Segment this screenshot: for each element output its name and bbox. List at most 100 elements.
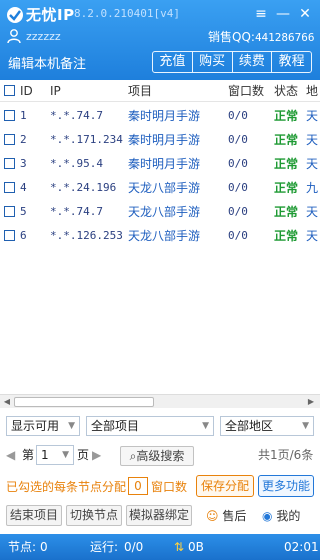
row-project: 秦时明月手游 bbox=[128, 109, 201, 123]
chevron-down-icon: ▼ bbox=[62, 450, 69, 460]
region-filter-select[interactable]: 全部地区 ▼ bbox=[220, 416, 314, 436]
user-icon bbox=[7, 29, 21, 44]
row-ip: *.*.95.4 bbox=[50, 157, 103, 170]
after-sales-link[interactable]: ☺ 售后 bbox=[206, 506, 246, 526]
project-filter-value: 全部项目 bbox=[91, 419, 140, 433]
nodes-label: 节点: bbox=[8, 540, 37, 554]
row-region: 天 bbox=[306, 109, 319, 123]
row-checkbox[interactable] bbox=[4, 134, 15, 145]
allocation-input[interactable]: 0 bbox=[128, 477, 148, 495]
chevron-down-icon: ▼ bbox=[302, 421, 309, 431]
column-windows[interactable]: 窗口数 bbox=[228, 80, 264, 102]
table-row[interactable]: 1 *.*.74.7 秦时明月手游 0/0 正常 天 bbox=[0, 104, 320, 128]
display-filter-value: 显示可用 bbox=[11, 419, 60, 433]
table-row[interactable]: 5 *.*.74.7 天龙八部手游 0/0 正常 天 bbox=[0, 200, 320, 224]
allocation-unit: 窗口数 bbox=[151, 480, 188, 494]
row-id: 6 bbox=[20, 229, 27, 242]
mine-link[interactable]: ◉ 我的 bbox=[262, 506, 300, 526]
sales-qq-label: 销售QQ: bbox=[208, 30, 255, 44]
row-region: 天 bbox=[306, 205, 319, 219]
row-status: 正常 bbox=[274, 181, 299, 195]
scrollbar-thumb[interactable] bbox=[14, 397, 154, 407]
page-select[interactable]: 1 ▼ bbox=[36, 445, 74, 465]
row-region: 天 bbox=[306, 133, 319, 147]
user-circle-icon: ◉ bbox=[262, 509, 273, 523]
row-id: 3 bbox=[20, 157, 27, 170]
menu-icon[interactable]: ≡ bbox=[252, 6, 270, 22]
edit-note-link[interactable]: 编辑本机备注 bbox=[8, 53, 86, 72]
buy-button[interactable]: 购买 bbox=[193, 52, 233, 72]
chevron-down-icon: ▼ bbox=[202, 421, 209, 431]
region-filter-value: 全部地区 bbox=[225, 419, 274, 433]
row-windows: 0/0 bbox=[228, 109, 248, 122]
column-id[interactable]: ID bbox=[20, 80, 33, 102]
row-region: 天 bbox=[306, 157, 319, 171]
row-id: 4 bbox=[20, 181, 27, 194]
scroll-right-icon[interactable]: ▶ bbox=[306, 397, 316, 407]
minimize-icon[interactable]: — bbox=[274, 6, 292, 22]
more-functions-button[interactable]: 更多功能 bbox=[258, 475, 314, 497]
select-all-checkbox[interactable] bbox=[4, 85, 15, 96]
row-checkbox[interactable] bbox=[4, 182, 15, 193]
column-project[interactable]: 项目 bbox=[128, 80, 152, 102]
advanced-search-button[interactable]: ⌕高级搜索 bbox=[120, 446, 194, 466]
tutorial-button[interactable]: 教程 bbox=[272, 52, 311, 72]
display-filter-select[interactable]: 显示可用 ▼ bbox=[6, 416, 80, 436]
row-status: 正常 bbox=[274, 133, 299, 147]
row-windows: 0/0 bbox=[228, 133, 248, 146]
renew-button[interactable]: 续费 bbox=[233, 52, 273, 72]
row-checkbox[interactable] bbox=[4, 110, 15, 121]
recharge-button[interactable]: 充值 bbox=[153, 52, 193, 72]
row-windows: 0/0 bbox=[228, 157, 248, 170]
row-ip: *.*.171.234 bbox=[50, 133, 123, 146]
row-checkbox[interactable] bbox=[4, 158, 15, 169]
save-allocation-button[interactable]: 保存分配 bbox=[196, 475, 254, 497]
row-ip: *.*.126.253 bbox=[50, 229, 123, 242]
allocation-label: 已勾选的每条节点分配 bbox=[6, 480, 127, 494]
row-ip: *.*.24.196 bbox=[50, 181, 117, 194]
column-status[interactable]: 状态 bbox=[274, 80, 298, 102]
row-status: 正常 bbox=[274, 229, 299, 243]
running-count: 0/0 bbox=[124, 540, 144, 554]
prev-page-icon[interactable]: ◀ bbox=[6, 444, 15, 466]
row-windows: 0/0 bbox=[228, 181, 248, 194]
page-number: 1 bbox=[41, 448, 49, 462]
row-status: 正常 bbox=[274, 157, 299, 171]
row-project: 天龙八部手游 bbox=[128, 229, 201, 243]
row-windows: 0/0 bbox=[228, 229, 248, 242]
row-id: 1 bbox=[20, 109, 27, 122]
traffic-value: 0B bbox=[188, 540, 204, 554]
table-header: ID IP 项目 窗口数 状态 地 bbox=[0, 80, 320, 102]
scroll-left-icon[interactable]: ◀ bbox=[2, 397, 12, 407]
row-status: 正常 bbox=[274, 109, 299, 123]
column-region[interactable]: 地 bbox=[306, 80, 318, 102]
app-version: 8.2.0.210401[v4] bbox=[74, 7, 180, 20]
project-filter-select[interactable]: 全部项目 ▼ bbox=[86, 416, 214, 436]
after-sales-label: 售后 bbox=[222, 509, 247, 523]
sales-qq-number: 441286766 bbox=[254, 31, 315, 44]
row-checkbox[interactable] bbox=[4, 206, 15, 217]
table-row[interactable]: 4 *.*.24.196 天龙八部手游 0/0 正常 九 bbox=[0, 176, 320, 200]
app-title: 无忧IP bbox=[26, 6, 75, 24]
table-row[interactable]: 2 *.*.171.234 秦时明月手游 0/0 正常 天 bbox=[0, 128, 320, 152]
close-icon[interactable]: ✕ bbox=[296, 6, 314, 22]
transfer-icon: ⇅ bbox=[174, 540, 185, 554]
page-prefix: 第 bbox=[22, 448, 35, 462]
advanced-search-label: 高级搜索 bbox=[136, 449, 185, 463]
row-project: 天龙八部手游 bbox=[128, 181, 201, 195]
row-id: 5 bbox=[20, 205, 27, 218]
emulator-bind-button[interactable]: 模拟器绑定 bbox=[126, 505, 192, 526]
end-project-button[interactable]: 结束项目 bbox=[6, 505, 62, 526]
smile-icon: ☺ bbox=[206, 509, 219, 523]
row-status: 正常 bbox=[274, 205, 299, 219]
row-checkbox[interactable] bbox=[4, 230, 15, 241]
row-windows: 0/0 bbox=[228, 205, 248, 218]
table-row[interactable]: 6 *.*.126.253 天龙八部手游 0/0 正常 天 bbox=[0, 224, 320, 248]
column-ip[interactable]: IP bbox=[50, 80, 61, 102]
next-page-icon[interactable]: ▶ bbox=[92, 444, 101, 466]
logo-icon bbox=[7, 7, 23, 23]
table-row[interactable]: 3 *.*.95.4 秦时明月手游 0/0 正常 天 bbox=[0, 152, 320, 176]
horizontal-scrollbar[interactable]: ◀ ▶ bbox=[0, 394, 320, 408]
switch-node-button[interactable]: 切换节点 bbox=[66, 505, 122, 526]
mine-label: 我的 bbox=[276, 509, 301, 523]
